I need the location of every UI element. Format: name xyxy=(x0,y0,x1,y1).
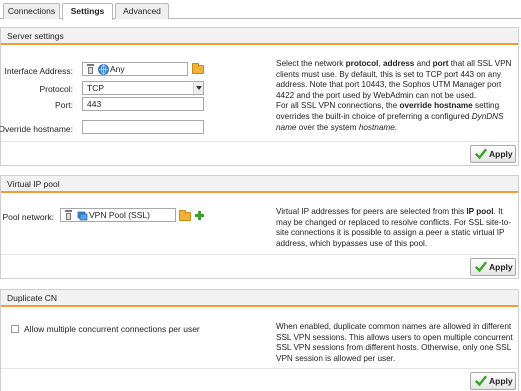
override-hostname-input[interactable] xyxy=(82,120,204,134)
vip-apply-button[interactable]: Apply xyxy=(470,258,516,276)
dupcn-apply-button[interactable]: Apply xyxy=(470,372,516,390)
duplicate-cn-panel: Duplicate CN Allow multiple concurrent c… xyxy=(0,289,519,391)
port-label: Port: xyxy=(55,100,73,110)
server-help-text: Select the network protocol, address and… xyxy=(276,59,512,132)
protocol-select[interactable]: TCP xyxy=(82,81,204,95)
vip-help-text: Virtual IP addresses for peers are selec… xyxy=(276,207,511,248)
interface-address-field[interactable]: Any xyxy=(82,62,188,76)
vip-footer: Apply xyxy=(1,254,518,278)
plus-icon[interactable] xyxy=(195,211,204,220)
override-hostname-label: Override hostname: xyxy=(0,124,73,134)
interface-address-value: Any xyxy=(110,64,125,74)
allow-multiple-connections-label[interactable]: Allow multiple concurrent connections pe… xyxy=(24,324,200,334)
tab-advanced[interactable]: Advanced xyxy=(115,3,169,19)
server-settings-title: Server settings xyxy=(1,28,518,45)
tab-bar: Connections Settings Advanced xyxy=(0,0,521,20)
protocol-label: Protocol: xyxy=(39,84,73,94)
chevron-down-icon[interactable] xyxy=(193,82,203,94)
port-input[interactable]: 443 xyxy=(82,97,204,111)
tab-connections[interactable]: Connections xyxy=(3,3,60,19)
trash-icon[interactable] xyxy=(86,64,95,75)
allow-multiple-connections-checkbox[interactable] xyxy=(11,325,19,333)
dupcn-footer: Apply xyxy=(1,368,518,391)
trash-icon[interactable] xyxy=(64,210,73,221)
dupcn-help-text: When enabled, duplicate common names are… xyxy=(276,322,513,363)
folder-icon[interactable] xyxy=(179,210,191,221)
tab-settings[interactable]: Settings xyxy=(62,3,113,20)
check-icon xyxy=(475,375,487,387)
network-any-icon xyxy=(98,64,109,75)
duplicate-cn-title: Duplicate CN xyxy=(1,290,518,307)
protocol-value: TCP xyxy=(87,83,104,93)
interface-address-label: Interface Address: xyxy=(4,66,73,76)
server-footer: Apply xyxy=(1,141,518,165)
pool-network-value: VPN Pool (SSL) xyxy=(89,210,150,220)
pool-network-field[interactable]: VPN Pool (SSL) xyxy=(60,208,176,222)
server-apply-button[interactable]: Apply xyxy=(470,145,516,163)
check-icon xyxy=(475,148,487,160)
pool-network-label: Pool network: xyxy=(2,212,55,222)
virtual-ip-pool-title: Virtual IP pool xyxy=(1,176,518,193)
server-settings-panel: Server settings Interface Address: Any P… xyxy=(0,27,519,166)
folder-icon[interactable] xyxy=(192,63,204,74)
network-pool-icon xyxy=(77,211,88,221)
check-icon xyxy=(475,261,487,273)
virtual-ip-pool-panel: Virtual IP pool Pool network: VPN Pool (… xyxy=(0,175,519,279)
